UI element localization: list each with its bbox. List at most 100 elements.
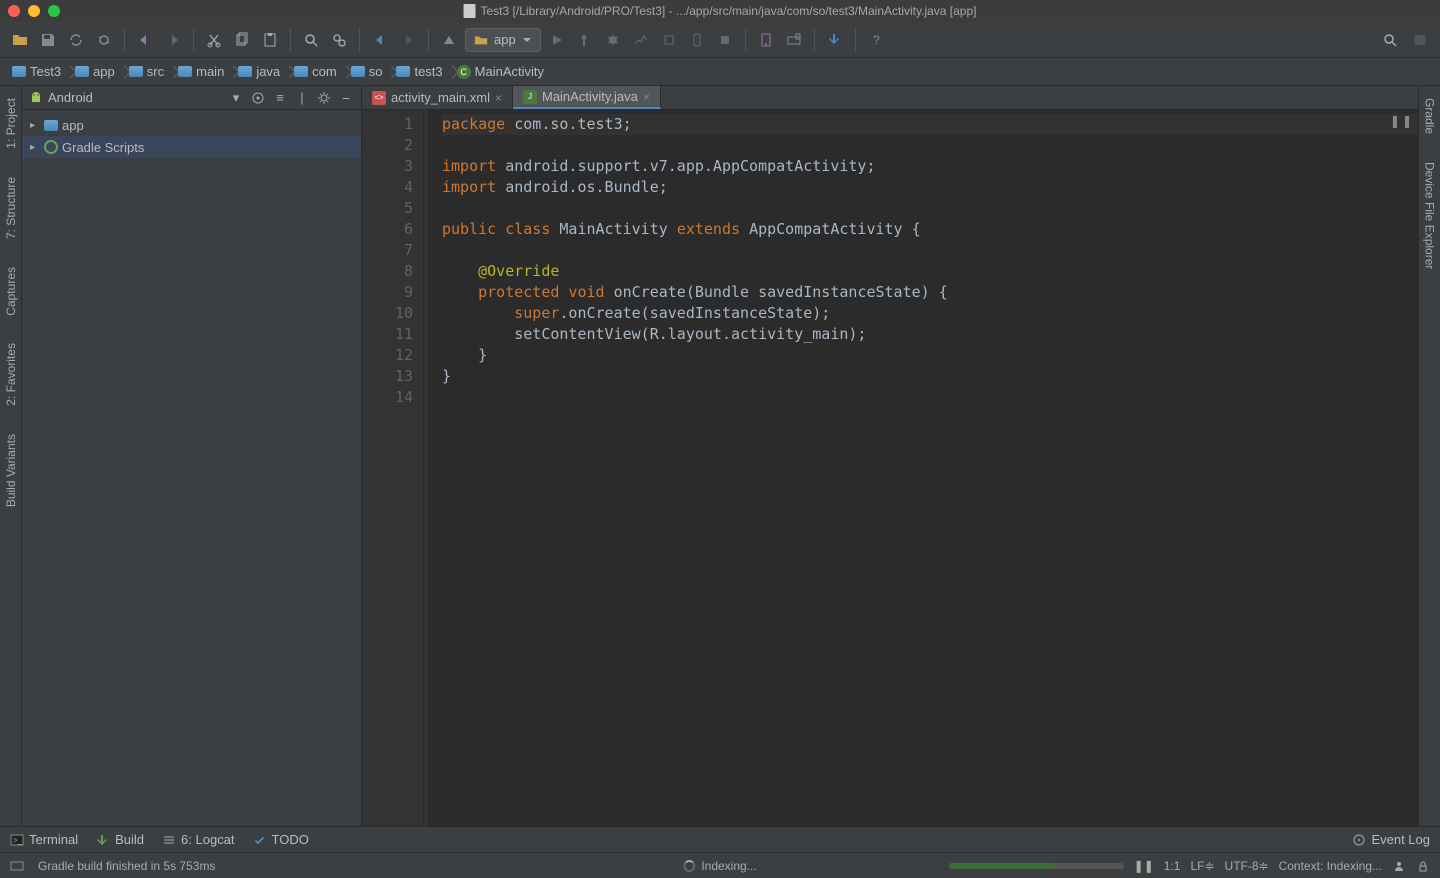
apply-changes-button[interactable] <box>573 28 597 52</box>
todo-tab[interactable]: TODO <box>253 832 309 847</box>
tool-window-tab[interactable]: 1: Project <box>2 92 20 155</box>
breadcrumb-segment[interactable]: com <box>288 62 345 81</box>
breadcrumb-segment[interactable]: test3 <box>390 62 450 81</box>
logcat-tab[interactable]: 6: Logcat <box>162 832 235 847</box>
gear-icon[interactable] <box>315 89 333 107</box>
cut-button[interactable] <box>202 28 226 52</box>
terminal-icon: >_ <box>10 833 24 847</box>
settings-gear-button[interactable] <box>1408 28 1432 52</box>
expand-arrow-icon[interactable]: ▸ <box>30 142 40 153</box>
hide-panel-icon[interactable]: ⎯ <box>337 89 355 107</box>
separator <box>359 29 360 51</box>
redo-button[interactable] <box>161 28 185 52</box>
stop-button[interactable] <box>713 28 737 52</box>
maximize-window-button[interactable] <box>48 5 60 17</box>
tree-row[interactable]: ▸Gradle Scripts <box>22 136 361 158</box>
class-icon: C <box>457 65 471 79</box>
paste-button[interactable] <box>258 28 282 52</box>
find-button[interactable] <box>299 28 323 52</box>
close-tab-icon[interactable]: × <box>643 90 650 104</box>
context-status[interactable]: Context: Indexing... <box>1279 859 1382 873</box>
scroll-to-source-icon[interactable] <box>249 89 267 107</box>
tool-window-tab[interactable]: Gradle <box>1421 92 1439 140</box>
progress-bar[interactable] <box>949 863 1124 869</box>
gradle-icon <box>44 140 58 154</box>
collapse-all-icon[interactable]: ≡ <box>271 89 289 107</box>
project-panel-header: Android ▾ ≡ | ⎯ <box>22 86 361 110</box>
breadcrumb-segment[interactable]: app <box>69 62 123 81</box>
code-editor[interactable]: package com.so.test3; import android.sup… <box>424 110 1418 826</box>
forward-button[interactable] <box>396 28 420 52</box>
breadcrumb-label: MainActivity <box>475 64 544 79</box>
event-log-tab[interactable]: Event Log <box>1352 832 1430 847</box>
run-button[interactable] <box>545 28 569 52</box>
copy-button[interactable] <box>230 28 254 52</box>
editor-inspection-icon[interactable]: ❚❚ <box>1390 114 1414 128</box>
chevron-down-icon[interactable]: ▾ <box>227 89 245 107</box>
sync-button[interactable] <box>64 28 88 52</box>
build-icon <box>96 833 110 847</box>
debug-button[interactable] <box>601 28 625 52</box>
editor-tab[interactable]: <>activity_main.xml× <box>362 86 513 109</box>
breadcrumb-segment[interactable]: Test3 <box>6 62 69 81</box>
breadcrumb-segment[interactable]: so <box>345 62 391 81</box>
terminal-tab[interactable]: >_ Terminal <box>10 832 78 847</box>
tool-window-tab[interactable]: Captures <box>2 261 20 322</box>
folder-icon <box>12 66 26 77</box>
pause-indexing-icon[interactable]: ❚❚ <box>1134 859 1154 873</box>
tool-window-tab[interactable]: 2: Favorites <box>2 337 20 412</box>
close-window-button[interactable] <box>8 5 20 17</box>
project-view-mode[interactable]: Android <box>48 90 223 105</box>
breadcrumb-segment[interactable]: main <box>172 62 232 81</box>
attach-debugger-button[interactable] <box>657 28 681 52</box>
separator: | <box>293 89 311 107</box>
replace-button[interactable] <box>327 28 351 52</box>
lock-icon[interactable] <box>1416 859 1430 873</box>
back-button[interactable] <box>368 28 392 52</box>
breadcrumb-label: Test3 <box>30 64 61 79</box>
line-number-gutter[interactable]: 1 2 3 4 5 6 7 8 9 10 11 12 13 14 <box>362 110 424 826</box>
tool-window-tab[interactable]: 7: Structure <box>2 171 20 245</box>
minimize-window-button[interactable] <box>28 5 40 17</box>
file-encoding[interactable]: UTF-8≑ <box>1225 859 1269 873</box>
file-icon <box>464 4 476 18</box>
breadcrumb-segment[interactable]: C MainActivity <box>451 62 552 81</box>
editor-tab[interactable]: JMainActivity.java× <box>513 86 661 109</box>
breadcrumb-segment[interactable]: src <box>123 62 172 81</box>
undo-button[interactable] <box>133 28 157 52</box>
run-configuration-selector[interactable]: app <box>465 28 541 52</box>
line-separator[interactable]: LF≑ <box>1190 859 1214 873</box>
search-everywhere-button[interactable] <box>1378 28 1402 52</box>
separator <box>193 29 194 51</box>
status-toggle-icon[interactable] <box>10 859 24 873</box>
tree-row[interactable]: ▸ app <box>22 114 361 136</box>
tree-node-label: app <box>62 118 84 133</box>
download-button[interactable] <box>823 28 847 52</box>
build-tab[interactable]: Build <box>96 832 144 847</box>
caret-position[interactable]: 1:1 <box>1164 859 1181 873</box>
editor-tab-label: activity_main.xml <box>391 90 490 105</box>
breadcrumb-label: main <box>196 64 224 79</box>
folder-icon <box>351 66 365 77</box>
inspection-profile-icon[interactable] <box>1392 859 1406 873</box>
help-button[interactable]: ? <box>864 28 888 52</box>
tool-window-tab[interactable]: Device File Explorer <box>1421 156 1439 275</box>
folder-icon <box>238 66 252 77</box>
build-button[interactable] <box>437 28 461 52</box>
avd-manager-button[interactable] <box>754 28 778 52</box>
open-button[interactable] <box>8 28 32 52</box>
device-button[interactable] <box>685 28 709 52</box>
save-all-button[interactable] <box>36 28 60 52</box>
terminal-tab-label: Terminal <box>29 832 78 847</box>
tool-window-tab[interactable]: Build Variants <box>2 428 20 513</box>
folder-icon <box>75 66 89 77</box>
editor-tab-label: MainActivity.java <box>542 89 638 104</box>
profile-button[interactable] <box>629 28 653 52</box>
close-tab-icon[interactable]: × <box>495 91 502 105</box>
sdk-manager-button[interactable] <box>782 28 806 52</box>
refresh-button[interactable] <box>92 28 116 52</box>
project-tree[interactable]: ▸ app ▸Gradle Scripts <box>22 110 361 162</box>
breadcrumb-label: src <box>147 64 164 79</box>
breadcrumb-segment[interactable]: java <box>232 62 288 81</box>
expand-arrow-icon[interactable]: ▸ <box>30 120 40 131</box>
